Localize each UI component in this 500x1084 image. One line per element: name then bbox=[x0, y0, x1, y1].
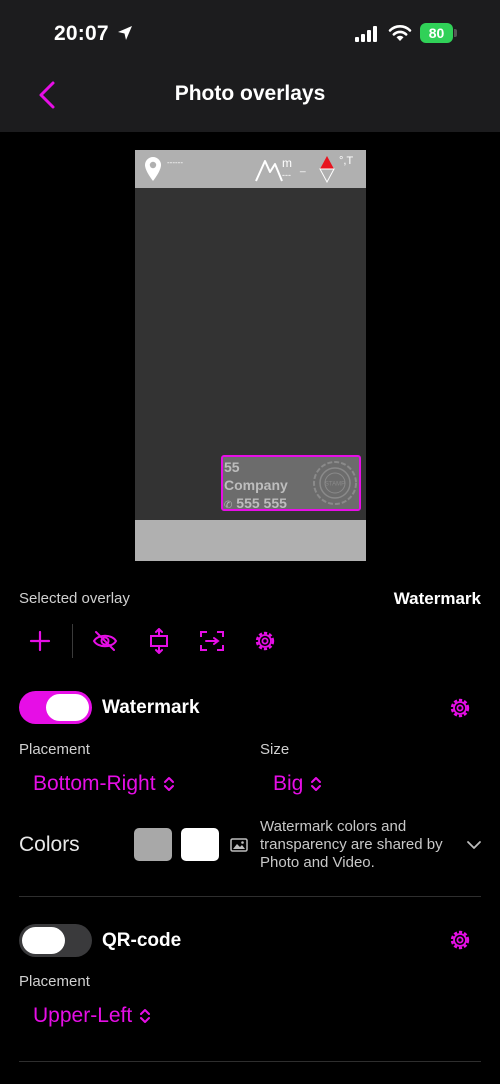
section-divider bbox=[19, 896, 481, 897]
wifi-icon bbox=[388, 25, 412, 41]
colors-label: Colors bbox=[19, 833, 80, 856]
image-icon[interactable] bbox=[230, 837, 248, 853]
colors-note: Watermark colors and transparency are sh… bbox=[260, 818, 443, 871]
watermark-line-2: Company bbox=[224, 477, 288, 493]
toolbar-divider bbox=[72, 624, 73, 658]
compass-icon bbox=[319, 156, 335, 183]
location-arrow-icon bbox=[118, 26, 132, 40]
svg-text:STAMP: STAMP bbox=[325, 482, 345, 488]
gear-icon bbox=[255, 631, 275, 651]
preview-bottom-bar bbox=[135, 520, 366, 561]
qr-placement-value: Upper-Left bbox=[33, 1004, 133, 1027]
preview-top-bar: ------ m --- _ °,T bbox=[135, 150, 366, 188]
watermark-placement-label: Placement bbox=[19, 741, 90, 758]
location-value: ------ bbox=[167, 158, 183, 167]
watermark-overlay[interactable]: 55 Company ✆ 555 555 STAMP bbox=[221, 455, 361, 511]
header: 20:07 80 Photo overlays bbox=[0, 0, 500, 132]
resize-vertical-button[interactable] bbox=[144, 626, 174, 656]
add-overlay-button[interactable] bbox=[25, 626, 55, 656]
watermark-phone: 555 555 bbox=[236, 495, 287, 511]
section-divider bbox=[19, 1061, 481, 1062]
status-time: 20:07 bbox=[54, 22, 109, 45]
watermark-toggle[interactable] bbox=[19, 691, 92, 724]
qr-code-title: QR-code bbox=[102, 930, 182, 951]
map-pin-icon bbox=[145, 157, 161, 181]
photo-preview: ------ m --- _ °,T 55 Company ✆ 555 555 … bbox=[135, 150, 366, 561]
page-title: Photo overlays bbox=[174, 82, 326, 105]
battery-icon: 80 bbox=[420, 23, 457, 43]
chevron-down-icon[interactable] bbox=[466, 838, 482, 852]
qr-placement-label: Placement bbox=[19, 973, 90, 990]
chevron-updown-icon bbox=[140, 1009, 151, 1023]
altitude-unit: m bbox=[282, 156, 292, 170]
fit-frame-button[interactable] bbox=[197, 626, 227, 656]
watermark-placement-value: Bottom-Right bbox=[33, 772, 156, 795]
watermark-title: Watermark bbox=[102, 697, 200, 718]
plus-icon bbox=[29, 630, 51, 652]
eye-slash-icon bbox=[92, 631, 118, 651]
watermark-line-3: ✆ 555 555 bbox=[224, 495, 287, 511]
fit-frame-icon bbox=[200, 631, 224, 651]
watermark-size-label: Size bbox=[260, 741, 290, 758]
watermark-placement-select[interactable]: Bottom-Right bbox=[33, 772, 176, 796]
mountain-icon bbox=[255, 160, 283, 182]
color-swatch-secondary[interactable] bbox=[181, 828, 219, 861]
gear-icon[interactable] bbox=[447, 695, 473, 721]
qr-code-toggle[interactable] bbox=[19, 924, 92, 957]
overlay-settings-button[interactable] bbox=[250, 626, 280, 656]
temperature-value: °,T bbox=[339, 155, 354, 167]
selected-overlay-value: Watermark bbox=[393, 589, 481, 608]
chevron-updown-icon bbox=[163, 777, 174, 791]
watermark-size-value: Big bbox=[273, 772, 304, 795]
watermark-size-select[interactable]: Big bbox=[273, 772, 323, 796]
resize-vertical-icon bbox=[150, 628, 168, 654]
seal-icon: STAMP bbox=[313, 461, 357, 505]
selected-overlay-label: Selected overlay bbox=[19, 590, 130, 607]
altitude-separator: _ bbox=[300, 162, 306, 173]
color-swatch-primary[interactable] bbox=[134, 828, 172, 861]
gear-icon[interactable] bbox=[447, 927, 473, 953]
chevron-updown-icon bbox=[311, 777, 322, 791]
battery-level: 80 bbox=[420, 23, 453, 43]
cellular-signal-icon bbox=[355, 26, 377, 42]
altitude-value: --- bbox=[282, 170, 291, 180]
qr-placement-select[interactable]: Upper-Left bbox=[33, 1004, 152, 1028]
watermark-line-1: 55 bbox=[224, 459, 240, 475]
hide-overlay-button[interactable] bbox=[90, 626, 120, 656]
